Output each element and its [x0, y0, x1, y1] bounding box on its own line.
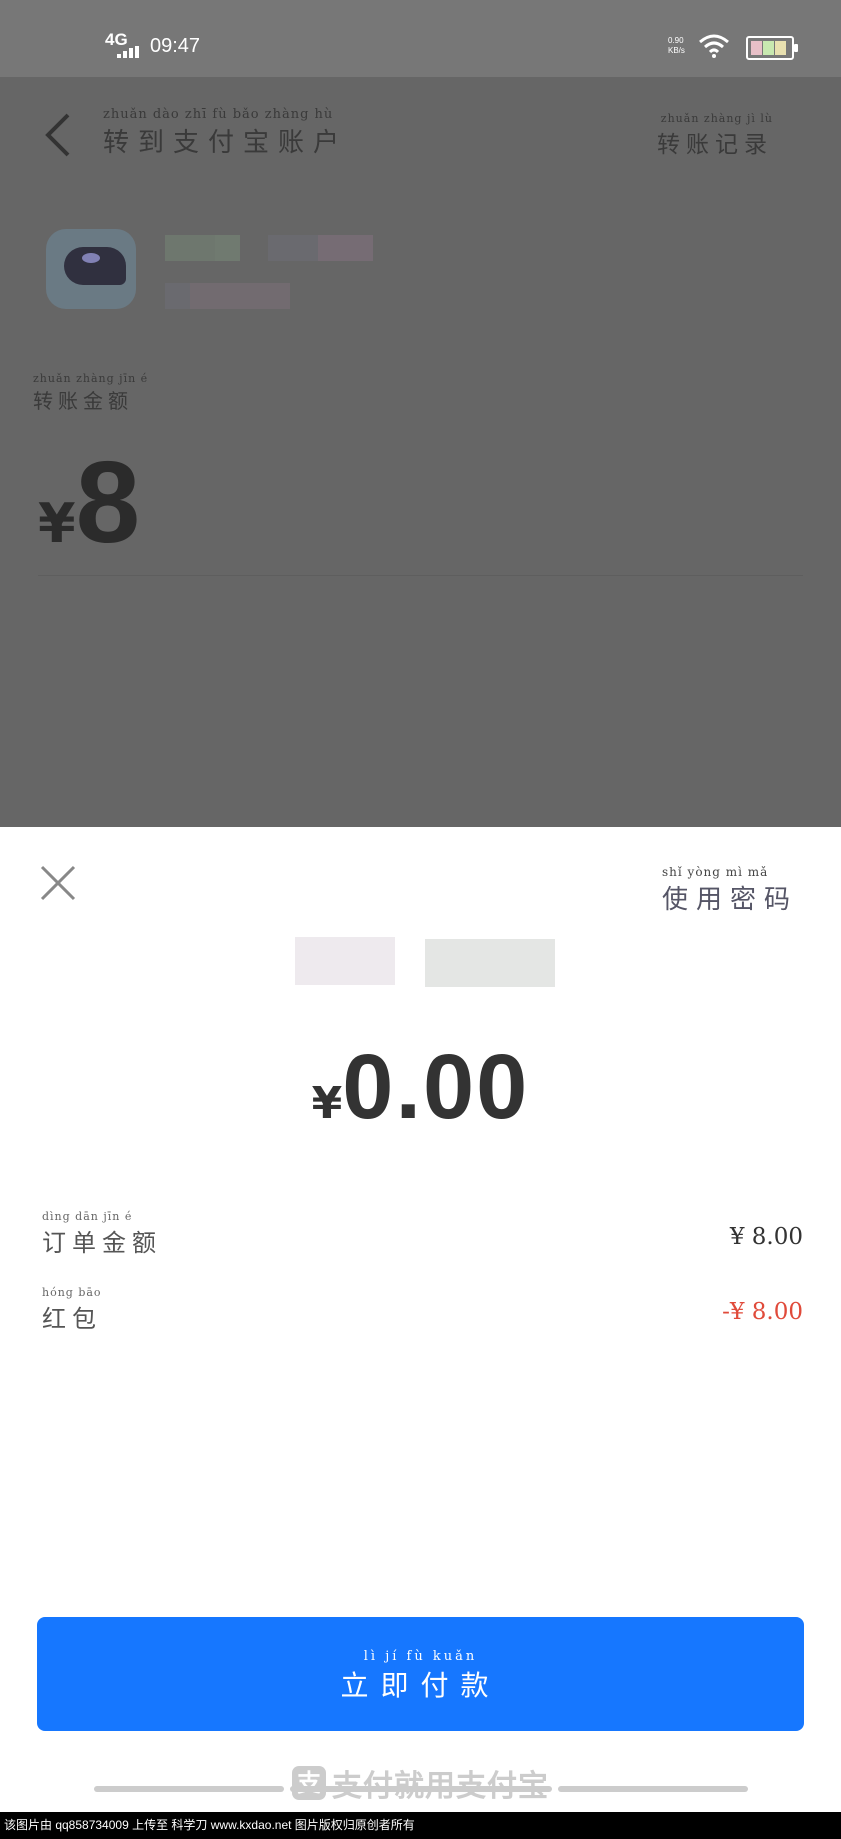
- nav-indicator: [558, 1786, 748, 1792]
- signal-icon: [117, 46, 143, 58]
- order-amount-value: ¥ 8.00: [729, 1224, 803, 1250]
- back-arrow-icon[interactable]: [40, 109, 80, 161]
- status-bar: 4G 09:47 0.90 KB/s: [0, 0, 841, 77]
- use-password-link[interactable]: shǐ yòng mì mǎ 使用密码: [662, 865, 798, 916]
- avatar: [46, 229, 136, 309]
- transfer-amount-label: zhuǎn zhàng jīn é 转账金额: [33, 372, 149, 413]
- net-speed: 0.90 KB/s: [668, 36, 685, 55]
- page-title: zhuǎn dào zhī fù bǎo zhàng hù 转到支付宝账户: [103, 107, 349, 158]
- alipay-logo-icon: 支: [292, 1766, 326, 1800]
- battery-icon: [746, 36, 798, 60]
- nav-indicator: [94, 1786, 284, 1792]
- red-packet-label[interactable]: hóng bāo 红包: [42, 1286, 102, 1334]
- watermark-bar: 该图片由 qq858734009 上传至 科学刀 www.kxdao.net 图…: [0, 1812, 841, 1839]
- transfer-record-link[interactable]: zhuǎn zhàng jì lù 转账记录: [657, 112, 773, 159]
- pay-now-button[interactable]: lì jí fù kuǎn 立即付款: [37, 1617, 804, 1731]
- order-amount-label: dìng dān jīn é 订单金额: [42, 1210, 162, 1257]
- close-icon[interactable]: [38, 863, 78, 903]
- alipay-brand: 支支付就用支付宝: [292, 1761, 549, 1805]
- pay-amount: ¥0.00: [311, 1036, 530, 1138]
- red-packet-value[interactable]: -¥ 8.00: [722, 1299, 803, 1325]
- nav-indicator: [290, 1786, 552, 1792]
- divider: [38, 575, 803, 576]
- transfer-page: zhuǎn dào zhī fù bǎo zhàng hù 转到支付宝账户 zh…: [0, 77, 841, 827]
- payment-sheet: shǐ yòng mì mǎ 使用密码 ¥0.00 dìng dān jīn é…: [0, 827, 841, 1812]
- transfer-amount[interactable]: ¥8: [38, 435, 140, 569]
- clock: 09:47: [150, 35, 201, 57]
- wifi-icon: [699, 34, 729, 58]
